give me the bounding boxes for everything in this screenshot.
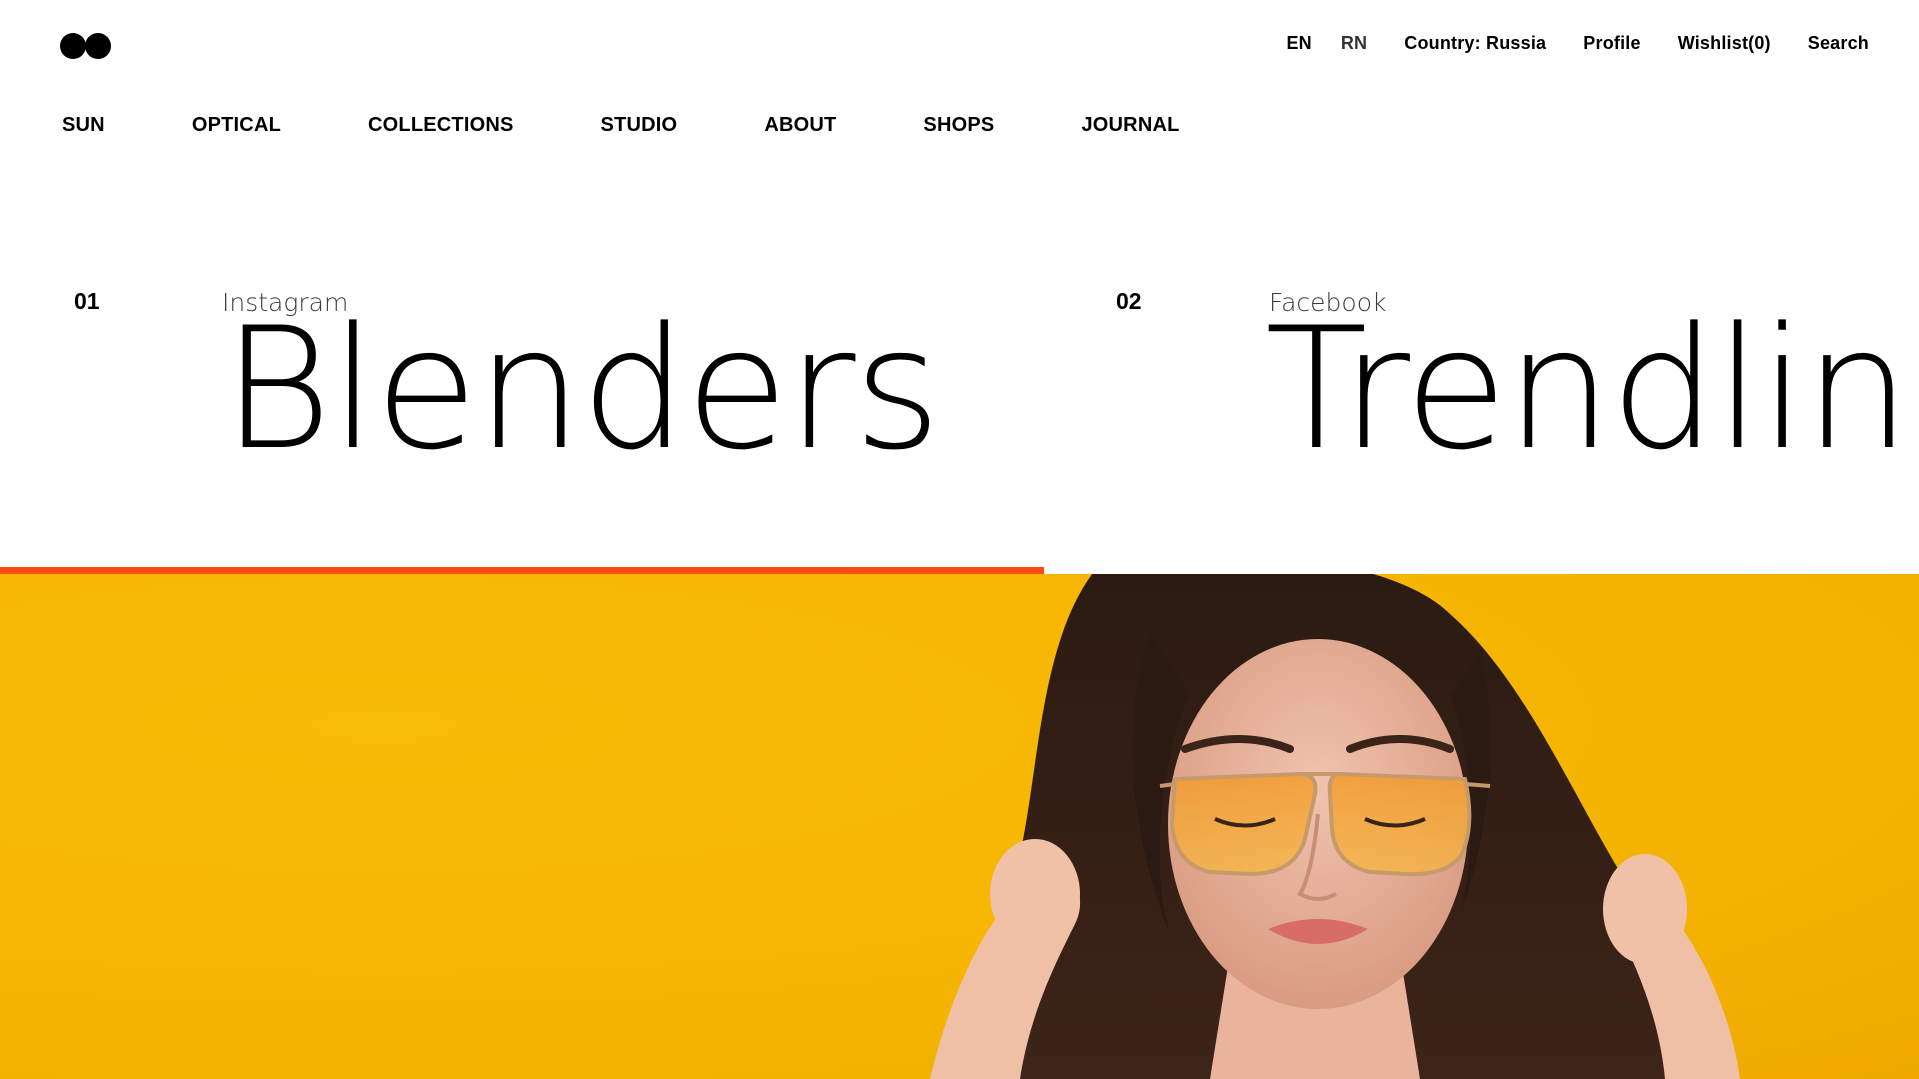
slide-number: 02 (1116, 288, 1142, 314)
logo-dot-right (85, 33, 111, 59)
nav-item-about[interactable]: ABOUT (764, 114, 836, 137)
slider-progress-fill (0, 567, 1044, 574)
logo[interactable] (60, 33, 112, 59)
nav-item-sun[interactable]: SUN (62, 114, 105, 137)
hero-image (0, 574, 1919, 1079)
profile-link[interactable]: Profile (1583, 33, 1640, 54)
main-nav: SUN OPTICAL COLLECTIONS STUDIO ABOUT SHO… (62, 114, 1267, 137)
country-selector[interactable]: Country: Russia (1404, 33, 1546, 54)
search-link[interactable]: Search (1808, 33, 1869, 54)
woman-in-glasses-illustration (930, 574, 1740, 1079)
nav-item-journal[interactable]: JOURNAL (1081, 114, 1179, 137)
lang-en-link[interactable]: EN (1286, 33, 1311, 54)
slide-title: Trendline (1265, 291, 1919, 487)
page: EN RN Country: Russia Profile Wishlist(0… (0, 0, 1919, 1079)
utility-nav: EN RN Country: Russia Profile Wishlist(0… (1286, 33, 1869, 53)
lang-rn-link[interactable]: RN (1341, 33, 1367, 54)
slide-number: 01 (74, 288, 100, 314)
wishlist-link[interactable]: Wishlist(0) (1678, 33, 1771, 54)
nav-item-collections[interactable]: COLLECTIONS (368, 114, 514, 137)
nav-item-shops[interactable]: SHOPS (923, 114, 994, 137)
slider-progress (0, 567, 1919, 574)
logo-dot-left (60, 33, 86, 59)
nav-item-optical[interactable]: OPTICAL (192, 114, 281, 137)
nav-item-studio[interactable]: STUDIO (601, 114, 678, 137)
slide-title: Blenders (222, 291, 941, 487)
